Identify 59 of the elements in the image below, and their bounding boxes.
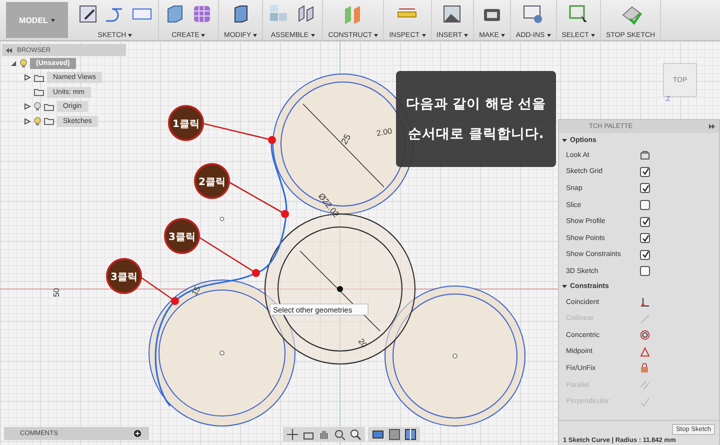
center-point	[220, 350, 224, 356]
pencil-square-icon	[77, 3, 99, 25]
step-badge: 1클릭	[168, 105, 204, 141]
checkbox[interactable]	[640, 216, 650, 227]
select-rectangle-icon	[567, 3, 590, 25]
center-point	[452, 354, 458, 358]
checkbox[interactable]	[640, 183, 650, 194]
selection-point	[171, 297, 179, 305]
triangle-icon[interactable]	[640, 346, 650, 357]
caret-icon	[546, 34, 551, 37]
split-view-icon[interactable]	[405, 429, 416, 440]
check-mark-icon[interactable]	[640, 396, 650, 407]
caret-icon	[464, 34, 468, 37]
caret-icon	[422, 34, 426, 37]
magnifier-icon[interactable]	[350, 429, 361, 440]
checkbox[interactable]	[640, 250, 650, 260]
dimension-label: 25	[339, 132, 353, 146]
caret-icon	[590, 34, 595, 37]
expanded-arrow-icon	[562, 284, 567, 290]
step-badge: 3클릭	[164, 218, 200, 254]
lightbulb-icon[interactable]	[34, 116, 41, 126]
expanded-arrow-icon	[562, 138, 567, 142]
checkbox[interactable]	[640, 233, 650, 244]
center-point	[337, 286, 343, 292]
caret-icon	[253, 34, 258, 37]
dimension-label: 15	[190, 284, 202, 297]
checkbox[interactable]	[640, 266, 650, 276]
step-badge: 2클릭	[194, 163, 230, 199]
caret-icon	[201, 34, 206, 37]
collapse-icon[interactable]	[709, 124, 715, 129]
expanded-arrow-icon[interactable]	[10, 60, 17, 67]
callout-text: 다음과 같이 해당 선을	[406, 95, 546, 113]
grid-cube-icon	[191, 3, 213, 25]
lock-icon[interactable]	[640, 363, 649, 374]
dimension-label: 20	[356, 336, 369, 350]
center-point	[220, 216, 224, 222]
add-icon[interactable]	[134, 430, 141, 437]
checkbox[interactable]	[640, 200, 650, 210]
caret-icon	[374, 34, 378, 37]
checkbox[interactable]	[640, 166, 650, 177]
lightbulb-icon[interactable]	[20, 58, 27, 68]
image-icon	[441, 3, 464, 25]
collapse-icon[interactable]	[6, 48, 12, 52]
caret-icon	[50, 18, 55, 22]
dimension-label: 2.00	[376, 126, 393, 138]
coincident-icon[interactable]	[640, 297, 650, 308]
caret-icon	[310, 34, 315, 37]
selection-point	[252, 269, 260, 277]
concentric-icon[interactable]	[640, 330, 650, 340]
lightbulb-icon[interactable]	[34, 102, 41, 112]
selection-point	[268, 136, 276, 144]
collapsed-arrow-icon[interactable]	[24, 74, 31, 82]
dimension-label: 50	[52, 288, 61, 297]
caret-icon	[500, 34, 505, 37]
step-badge: 3클릭	[106, 258, 142, 294]
callout-text: 순서대로 클릭합니다.	[408, 125, 544, 143]
zoom-fit-icon[interactable]	[334, 429, 345, 440]
caret-icon	[128, 34, 132, 37]
selection-point	[281, 210, 289, 218]
